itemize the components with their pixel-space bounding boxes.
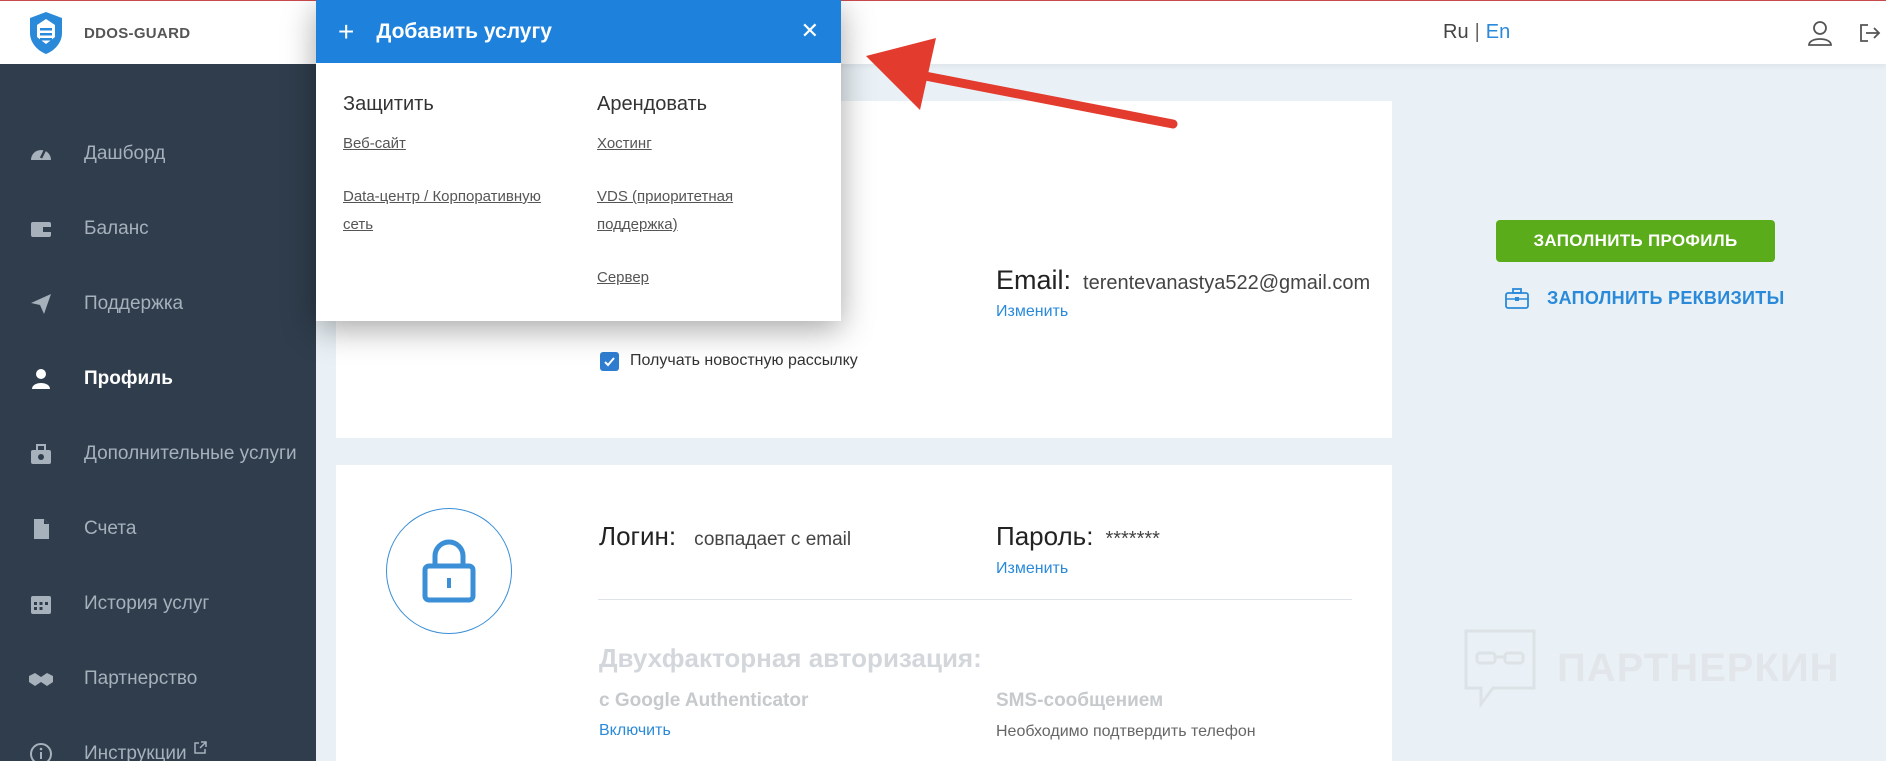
profile-actions-panel (1392, 101, 1886, 438)
watermark-logo-icon (1464, 629, 1536, 708)
user-icon (28, 366, 54, 392)
handshake-icon (28, 666, 54, 692)
sidebar-item-label: Поддержка (84, 293, 184, 314)
sidebar-item-service-history[interactable]: История услуг (0, 579, 316, 629)
brand[interactable]: DDOS-GUARD (0, 1, 316, 65)
sidebar-item-invoices[interactable]: Счета (0, 504, 316, 554)
wallet-icon (28, 216, 54, 242)
lang-ru[interactable]: Ru (1443, 21, 1469, 43)
close-icon[interactable]: ✕ (801, 18, 819, 44)
login-value: совпадает с email (694, 529, 852, 550)
two-factor-title: Двухфакторная авторизация: (599, 643, 982, 673)
shield-logo-icon (30, 12, 62, 54)
protect-heading: Защитить (343, 93, 434, 115)
sidebar-item-dashboard[interactable]: Дашборд (0, 129, 316, 179)
newsletter-label: Получать новостную рассылку (630, 352, 858, 369)
sidebar-item-label: Дашборд (84, 143, 166, 164)
fill-requisites-label: ЗАПОЛНИТЬ РЕКВИЗИТЫ (1547, 287, 1785, 308)
language-switcher: Ru | En (1443, 21, 1510, 44)
sidebar-item-additional-services[interactable]: Дополнительные услуги (0, 429, 316, 479)
lang-separator: | (1474, 21, 1480, 43)
password-value: ******* (1105, 528, 1160, 550)
sms-note: Необходимо подтвердить телефон (996, 723, 1256, 740)
rent-vds-link[interactable]: VDS (приоритетная поддержка) (597, 183, 767, 239)
sidebar-item-label: История услуг (84, 593, 210, 614)
watermark-text: ПАРТНЕРКИН (1557, 645, 1840, 690)
document-icon (28, 516, 54, 542)
email-value: terentevanastya522@gmail.com (1083, 272, 1371, 294)
plus-icon: + (338, 15, 355, 47)
rent-hosting-link[interactable]: Хостинг (597, 130, 652, 158)
calendar-icon (28, 591, 54, 617)
briefcase-icon (1505, 288, 1529, 309)
divider (598, 599, 1352, 600)
sidebar-item-label: Партнерство (84, 668, 198, 689)
rent-server-link[interactable]: Сервер (597, 264, 649, 292)
protect-datacenter-link[interactable]: Data-центр / Корпоративную сеть (343, 183, 563, 239)
sidebar-item-label: Инструкции (84, 743, 187, 761)
enable-google-auth-link[interactable]: Включить (599, 722, 671, 740)
google-auth-label: с Google Authenticator (599, 690, 809, 711)
info-icon (28, 741, 54, 761)
popup-title: Добавить услугу (376, 19, 552, 43)
email-row: Email: terentevanastya522@gmail.com (996, 265, 1370, 296)
protect-website-link[interactable]: Веб-сайт (343, 130, 406, 158)
change-password-link[interactable]: Изменить (996, 560, 1068, 578)
fill-requisites-link[interactable]: ЗАПОЛНИТЬ РЕКВИЗИТЫ (1505, 287, 1785, 309)
lang-en[interactable]: En (1486, 21, 1510, 43)
checkmark-icon (604, 357, 615, 367)
dashboard-icon (28, 141, 54, 167)
sidebar-item-label: Дополнительные услуги (84, 443, 297, 464)
security-side-panel (1392, 465, 1886, 761)
user-account-icon[interactable] (1806, 19, 1834, 47)
password-row: Пароль: ******* (996, 521, 1160, 552)
sidebar: Дашборд Баланс Поддержка Профиль Дополни… (0, 64, 316, 761)
sidebar-item-label: Профиль (84, 368, 173, 389)
lock-badge (386, 508, 512, 634)
watermark: ПАРТНЕРКИН (1463, 628, 1840, 708)
sms-auth-label: SMS-сообщением (996, 690, 1164, 711)
sidebar-item-support[interactable]: Поддержка (0, 279, 316, 329)
fill-profile-button[interactable]: ЗАПОЛНИТЬ ПРОФИЛЬ (1496, 220, 1775, 262)
sidebar-item-instructions[interactable]: Инструкции (0, 729, 316, 761)
sidebar-item-partnership[interactable]: Партнерство (0, 654, 316, 704)
lock-icon (422, 539, 476, 603)
red-arrow-annotation (866, 38, 1178, 129)
rent-heading: Арендовать (597, 93, 708, 115)
popup-header: + Добавить услугу ✕ (316, 0, 841, 63)
sidebar-item-balance[interactable]: Баланс (0, 204, 316, 254)
external-link-icon (193, 741, 207, 754)
password-label: Пароль: (996, 521, 1094, 551)
sidebar-item-profile[interactable]: Профиль (0, 354, 316, 404)
sidebar-item-label: Баланс (84, 218, 149, 239)
login-row: Логин: совпадает с email (599, 521, 851, 552)
login-label: Логин: (599, 521, 677, 551)
paper-plane-icon (28, 291, 54, 317)
email-label: Email: (996, 265, 1072, 295)
add-service-popup: + Добавить услугу ✕ Защитить Веб-сайт Da… (316, 0, 841, 321)
newsletter-checkbox[interactable] (600, 352, 619, 371)
services-icon (28, 441, 54, 467)
brand-name: DDOS-GUARD (84, 24, 191, 42)
logout-icon[interactable] (1856, 19, 1884, 47)
change-email-link[interactable]: Изменить (996, 303, 1068, 321)
sidebar-item-label: Счета (84, 518, 137, 539)
